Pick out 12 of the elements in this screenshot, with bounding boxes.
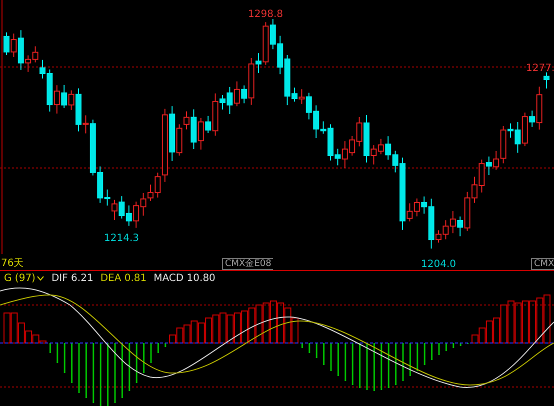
- indicator-name: G (97): [4, 273, 36, 284]
- price-label: 1214.3: [104, 233, 139, 244]
- contract-label: CMX金E08: [222, 258, 274, 270]
- price-label: 1204.0: [421, 259, 456, 270]
- macd-value: MACD 10.80: [154, 273, 216, 284]
- price-label: 1298.8: [248, 9, 283, 20]
- price-label: 1277.: [526, 63, 554, 74]
- period-label: 76天: [1, 258, 24, 269]
- dif-value: DIF 6.21: [51, 273, 94, 284]
- contract-label: CMX: [531, 258, 554, 270]
- dea-value: DEA 0.81: [100, 273, 147, 284]
- caret-icon[interactable]: [37, 276, 44, 281]
